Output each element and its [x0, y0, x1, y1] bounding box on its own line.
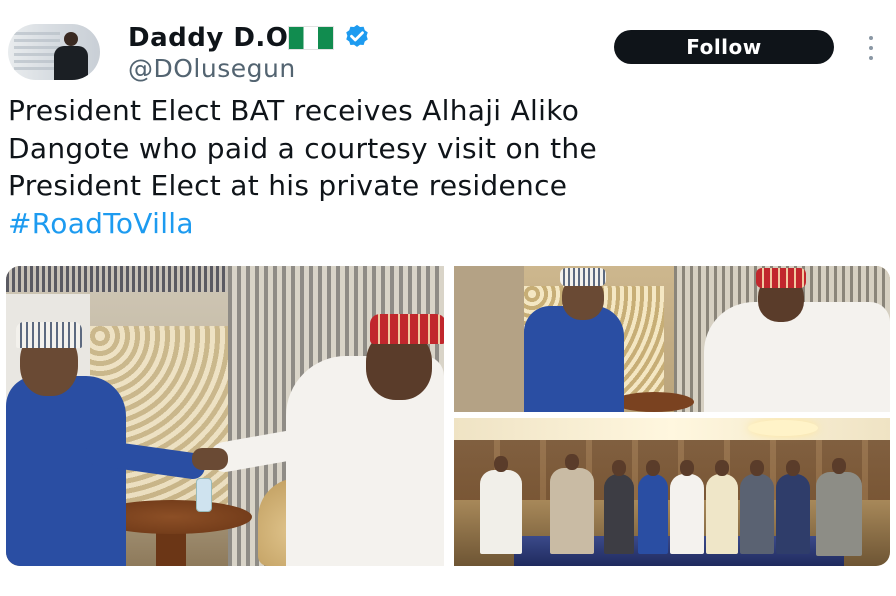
avatar[interactable] [8, 24, 100, 80]
photo-group-person-head [786, 460, 800, 476]
photo-person-blue-robe [6, 376, 126, 566]
tweet-text-line: Dangote who paid a courtesy visit on the [8, 131, 597, 165]
photo-water-bottle [196, 478, 212, 512]
tweet: Daddy D.O @DOlusegun Follow President El… [0, 0, 896, 596]
user-handle[interactable]: @DOlusegun [128, 54, 296, 84]
display-name-text: Daddy D.O [128, 23, 289, 53]
photo-handshake [192, 448, 228, 470]
photo-person-red-cap [370, 314, 444, 344]
photo-group-person-head [565, 454, 579, 470]
nigeria-flag-icon [288, 26, 335, 50]
photo-group-person [480, 470, 522, 554]
photo-group-person [816, 472, 862, 556]
photo-group-person [706, 474, 738, 554]
verified-badge-icon [346, 24, 369, 47]
photo-group-person [638, 474, 668, 554]
photo-person-white-robe [704, 302, 890, 412]
photo-handshake-small[interactable] [454, 266, 890, 412]
hashtag-link[interactable]: #RoadToVilla [8, 205, 892, 243]
photo-group-person-head [494, 456, 508, 472]
photo-group-person-head [612, 460, 626, 476]
more-dot [869, 46, 873, 50]
photo-ceiling [454, 418, 890, 440]
photo-group-person [740, 474, 774, 554]
photo-door [454, 266, 524, 412]
avatar-person-body [54, 46, 88, 80]
tweet-text-line: President Elect BAT receives Alhaji Alik… [8, 94, 580, 127]
photo-person-cap [16, 322, 82, 348]
photo-group-person-head [715, 460, 729, 476]
tweet-text: President Elect BAT receives Alhaji Alik… [8, 92, 892, 242]
photo-table [614, 392, 694, 412]
more-dot [869, 36, 873, 40]
photo-person-cap [560, 268, 606, 286]
photo-group-person-head [646, 460, 660, 476]
media-grid [6, 266, 890, 568]
photo-handshake-large[interactable] [6, 266, 444, 566]
photo-group-person [776, 474, 810, 554]
photo-person-blue-robe [524, 306, 624, 412]
photo-group-person-head [832, 458, 846, 474]
photo-group-person-head [750, 460, 764, 476]
photo-group[interactable] [454, 418, 890, 566]
tweet-text-line: President Elect at his private residence [8, 169, 568, 202]
photo-group-person [550, 468, 594, 554]
more-dot [869, 56, 873, 60]
avatar-person-head [64, 32, 78, 46]
photo-group-person [604, 474, 634, 554]
photo-ceiling-light [748, 420, 818, 436]
follow-button[interactable]: Follow [614, 30, 834, 64]
photo-group-person [670, 474, 704, 554]
photo-group-person-head [680, 460, 694, 476]
photo-person-red-cap [756, 268, 806, 288]
display-name[interactable]: Daddy D.O [128, 22, 372, 54]
more-options-icon[interactable] [864, 36, 878, 60]
